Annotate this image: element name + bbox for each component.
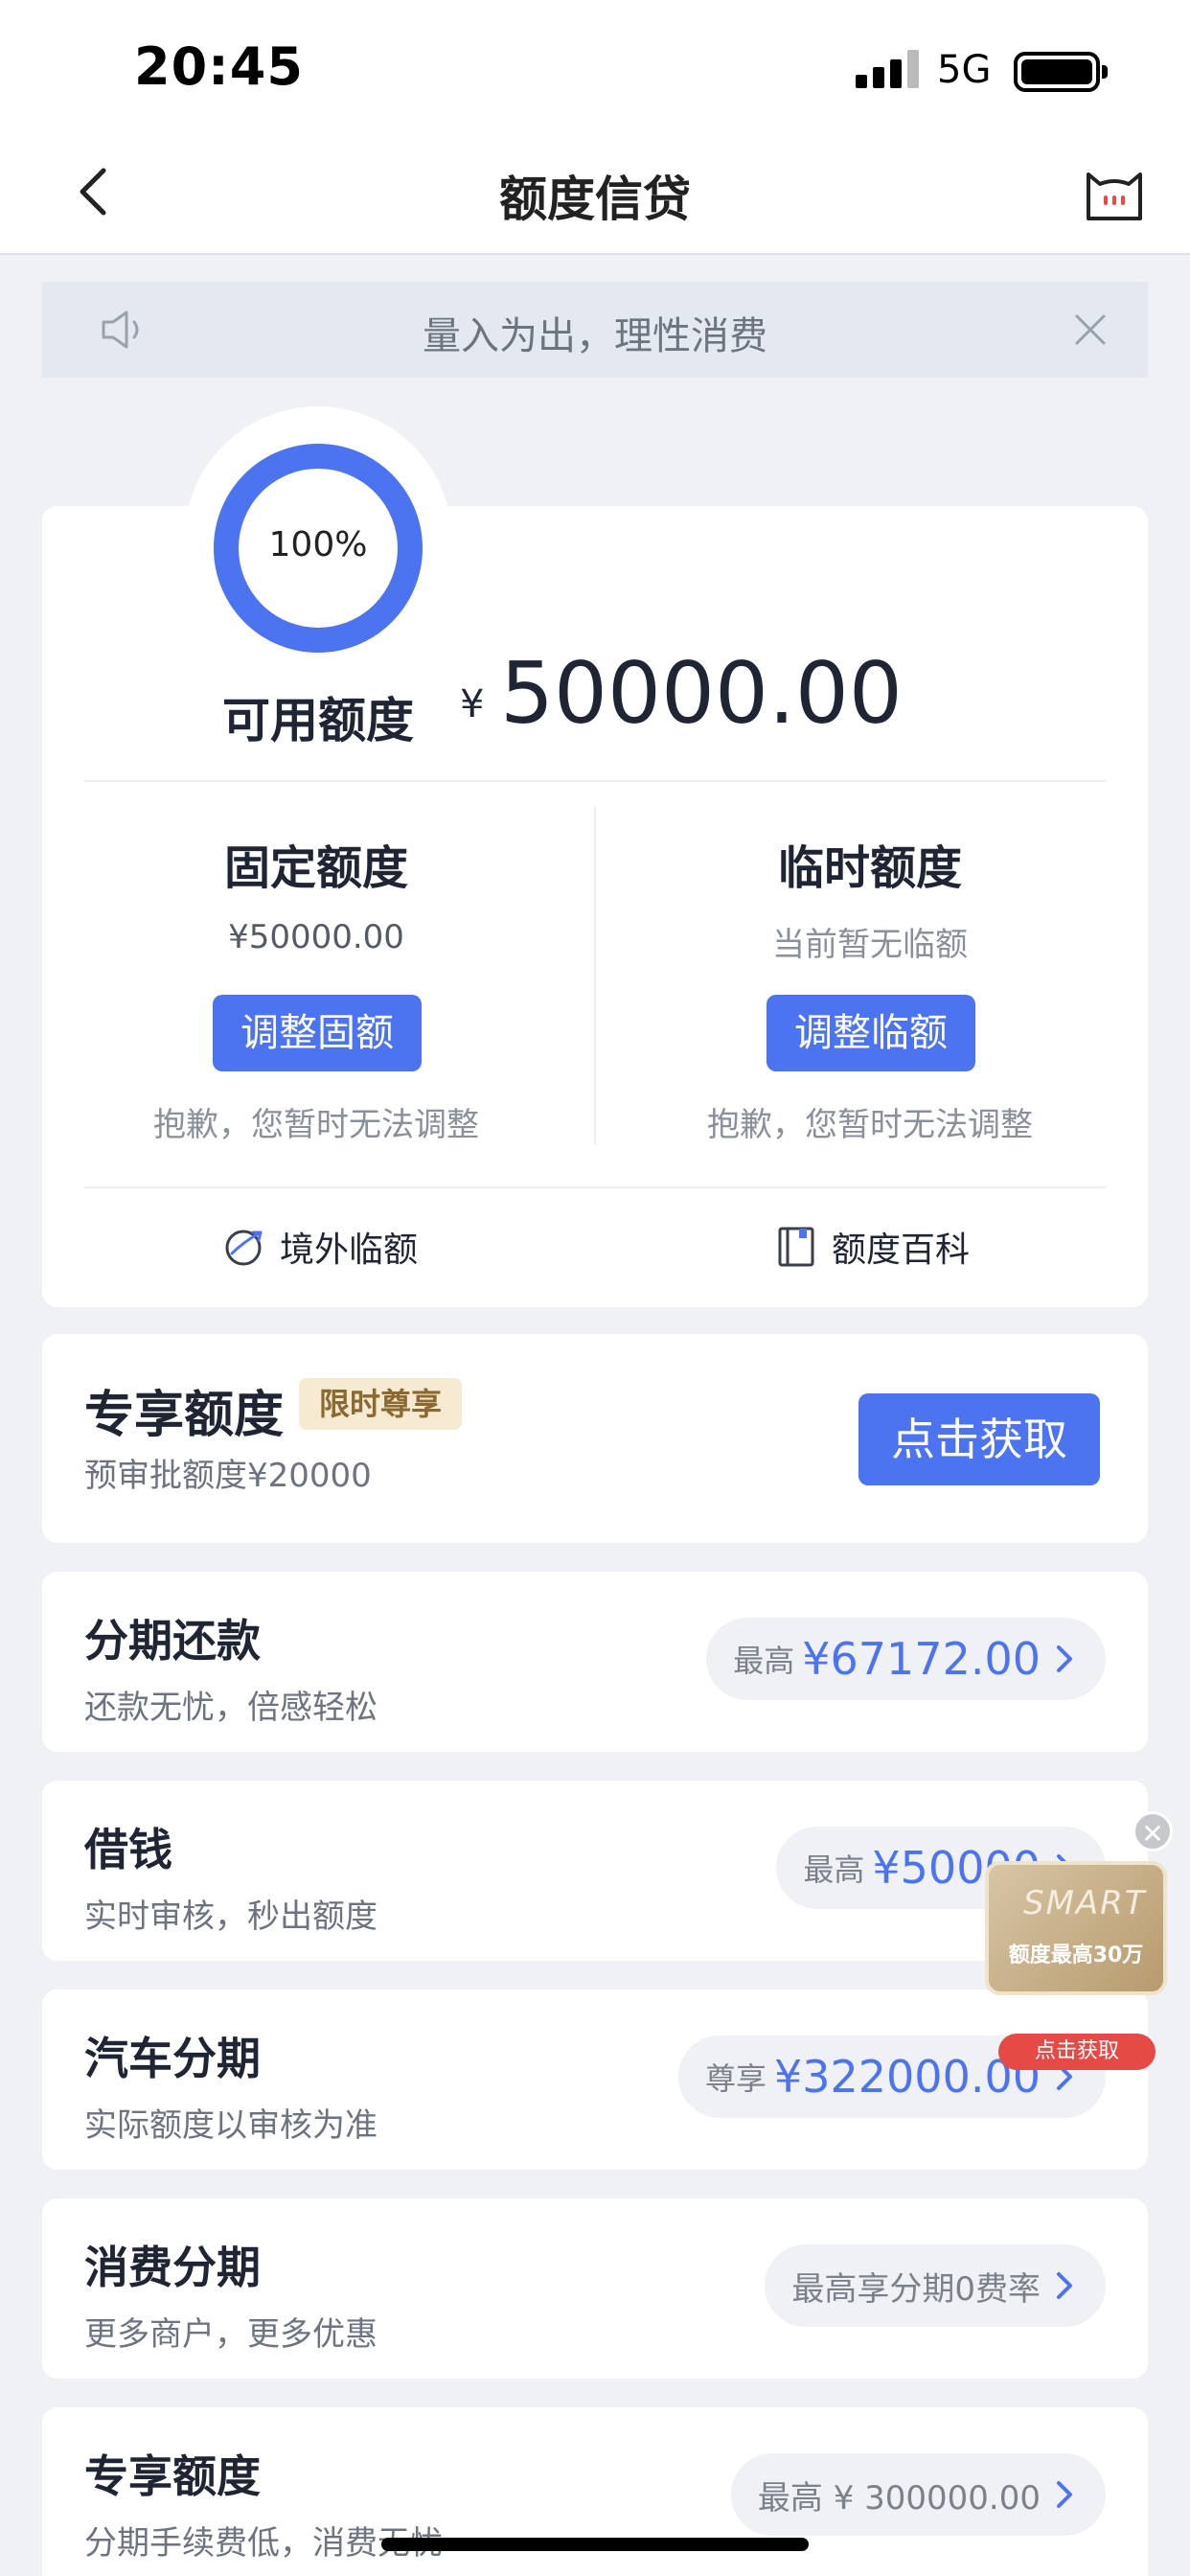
divider [84,1186,1106,1188]
limit-text: 最高享分期0费率 [791,2269,1041,2309]
list-item-consumer-installment[interactable]: 消费分期 更多商户，更多优惠 最高享分期0费率 [42,2198,1148,2379]
floating-credit-card-ad[interactable]: ✕ SMART 额度最高30万 点击获取 [964,1811,1179,2080]
exclusive-quota-title: 专享额度 [84,1387,285,1444]
column-divider [594,807,596,1144]
status-time: 20:45 [134,36,304,97]
get-quota-button[interactable]: 点击获取 [858,1393,1100,1485]
overseas-link-label: 境外临额 [280,1230,419,1270]
card-brand-word: SMART [1023,1884,1147,1922]
ad-headline: 额度最高30万 [1008,1944,1144,1967]
limit-prefix: 尊享 [704,2060,767,2097]
limit-prefix: 最高 [803,1852,865,1888]
globe-plane-icon [225,1230,263,1266]
chevron-right-icon [1057,1645,1072,1672]
fixed-quota-title: 固定额度 [223,841,408,895]
limited-time-badge: 限时尊享 [299,1378,462,1430]
notice-text: 量入为出，理性消费 [423,314,767,358]
close-icon[interactable] [1069,309,1111,351]
home-indicator [381,2538,809,2551]
encyclopedia-link-label: 额度百科 [832,1230,971,1270]
list-item-subtitle: 实际额度以审核为准 [84,2106,378,2145]
page-title: 额度信贷 [499,172,691,227]
fixed-quota-note: 抱歉，您暂时无法调整 [153,1106,479,1144]
network-type: 5G [937,48,992,92]
divider [84,780,1106,782]
list-item-subtitle: 还款无忧，倍感轻松 [84,1689,378,1727]
credit-card-image: SMART [985,1861,1167,1995]
temporary-quota-note: 抱歉，您暂时无法调整 [707,1106,1033,1144]
limit-pill[interactable]: 最高享分期0费率 [765,2244,1106,2327]
quota-encyclopedia-link[interactable]: 额度百科 [774,1221,970,1273]
list-item-title: 汽车分期 [84,2033,261,2084]
list-item-subtitle: 更多商户，更多优惠 [84,2315,378,2354]
limit-value: ¥67172.00 [802,1633,1041,1685]
cellular-signal-icon [856,50,919,88]
battery-icon [1014,52,1108,92]
adjust-temporary-button[interactable]: 调整临额 [767,995,975,1071]
ring-percent-label: 100% [268,525,368,564]
temporary-quota-title: 临时额度 [777,841,962,895]
limit-prefix: 最高 [733,1643,795,1679]
list-item-subtitle: 实时审核，秒出额度 [84,1898,378,1936]
currency-symbol: ¥ [460,682,485,726]
limit-pill[interactable]: 最高 ¥ 300000.00 [730,2453,1106,2536]
chevron-right-icon [1057,2272,1072,2299]
temporary-quota-status: 当前暂无临额 [772,926,968,964]
list-item-title: 分期还款 [84,1615,261,1667]
book-icon [778,1227,814,1267]
available-quota-amount: 50000.00 [500,644,903,743]
list-item-title: 借钱 [84,1824,172,1875]
notice-banner: 量入为出，理性消费 [42,282,1148,378]
status-bar: 20:45 5G [0,0,1190,134]
limit-text: 最高 ¥ 300000.00 [757,2478,1041,2518]
adjust-fixed-button[interactable]: 调整固额 [213,995,422,1071]
fixed-quota-amount: ¥50000.00 [228,918,404,956]
list-item-title: 消费分期 [84,2242,261,2293]
available-quota-label: 可用额度 [222,693,414,748]
cat-mascot-icon[interactable] [1081,159,1148,226]
navigation-bar: 额度信贷 [0,134,1190,255]
ad-close-icon[interactable]: ✕ [1133,1811,1173,1852]
overseas-temporary-quota-link[interactable]: 境外临额 [222,1221,418,1273]
pre-approved-quota: 预审批额度¥20000 [84,1457,372,1495]
limit-pill[interactable]: 最高 ¥67172.00 [706,1618,1106,1700]
list-item-installment-repayment[interactable]: 分期还款 还款无忧，倍感轻松 最高 ¥67172.00 [42,1572,1148,1752]
list-item-title: 专享额度 [84,2450,261,2502]
ad-get-button[interactable]: 点击获取 [998,2034,1156,2070]
chevron-right-icon [1057,2481,1072,2508]
